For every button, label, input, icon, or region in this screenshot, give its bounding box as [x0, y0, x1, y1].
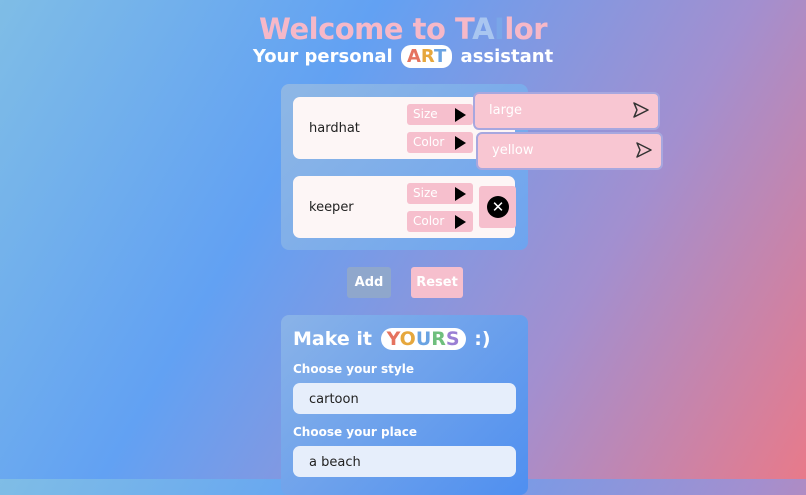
style-input[interactable]: cartoon	[293, 383, 516, 414]
reset-button[interactable]: Reset	[411, 267, 463, 298]
art-badge: ART	[400, 45, 453, 68]
close-circle-icon: ✕	[487, 196, 509, 218]
color-value[interactable]: yellow	[492, 143, 534, 158]
customize-panel: Make it YOURS :) Choose your style carto…	[281, 315, 528, 495]
app-subtitle: Your personal ART assistant	[252, 45, 554, 68]
play-icon[interactable]	[455, 136, 466, 150]
place-label: Choose your place	[293, 425, 418, 439]
send-icon[interactable]	[635, 141, 653, 159]
yours-badge: YOURS	[380, 328, 466, 350]
size-input-popup[interactable]: large	[473, 92, 660, 130]
color-option[interactable]: Color	[407, 132, 473, 153]
send-icon[interactable]	[632, 101, 650, 119]
play-icon[interactable]	[455, 215, 466, 229]
play-icon[interactable]	[455, 187, 466, 201]
style-label: Choose your style	[293, 362, 414, 376]
item-name: keeper	[309, 200, 354, 215]
size-value[interactable]: large	[489, 103, 522, 118]
size-option[interactable]: Size	[407, 104, 473, 125]
customize-title: Make it YOURS :)	[293, 328, 491, 350]
place-input[interactable]: a beach	[293, 446, 516, 477]
play-icon[interactable]	[455, 108, 466, 122]
item-name: hardhat	[309, 121, 360, 136]
color-option[interactable]: Color	[407, 211, 473, 232]
remove-item-button[interactable]: ✕	[479, 186, 516, 228]
add-button[interactable]: Add	[347, 267, 391, 298]
color-input-popup[interactable]: yellow	[476, 132, 663, 170]
app-title: Welcome to TAIlor	[259, 12, 547, 46]
size-option[interactable]: Size	[407, 183, 473, 204]
